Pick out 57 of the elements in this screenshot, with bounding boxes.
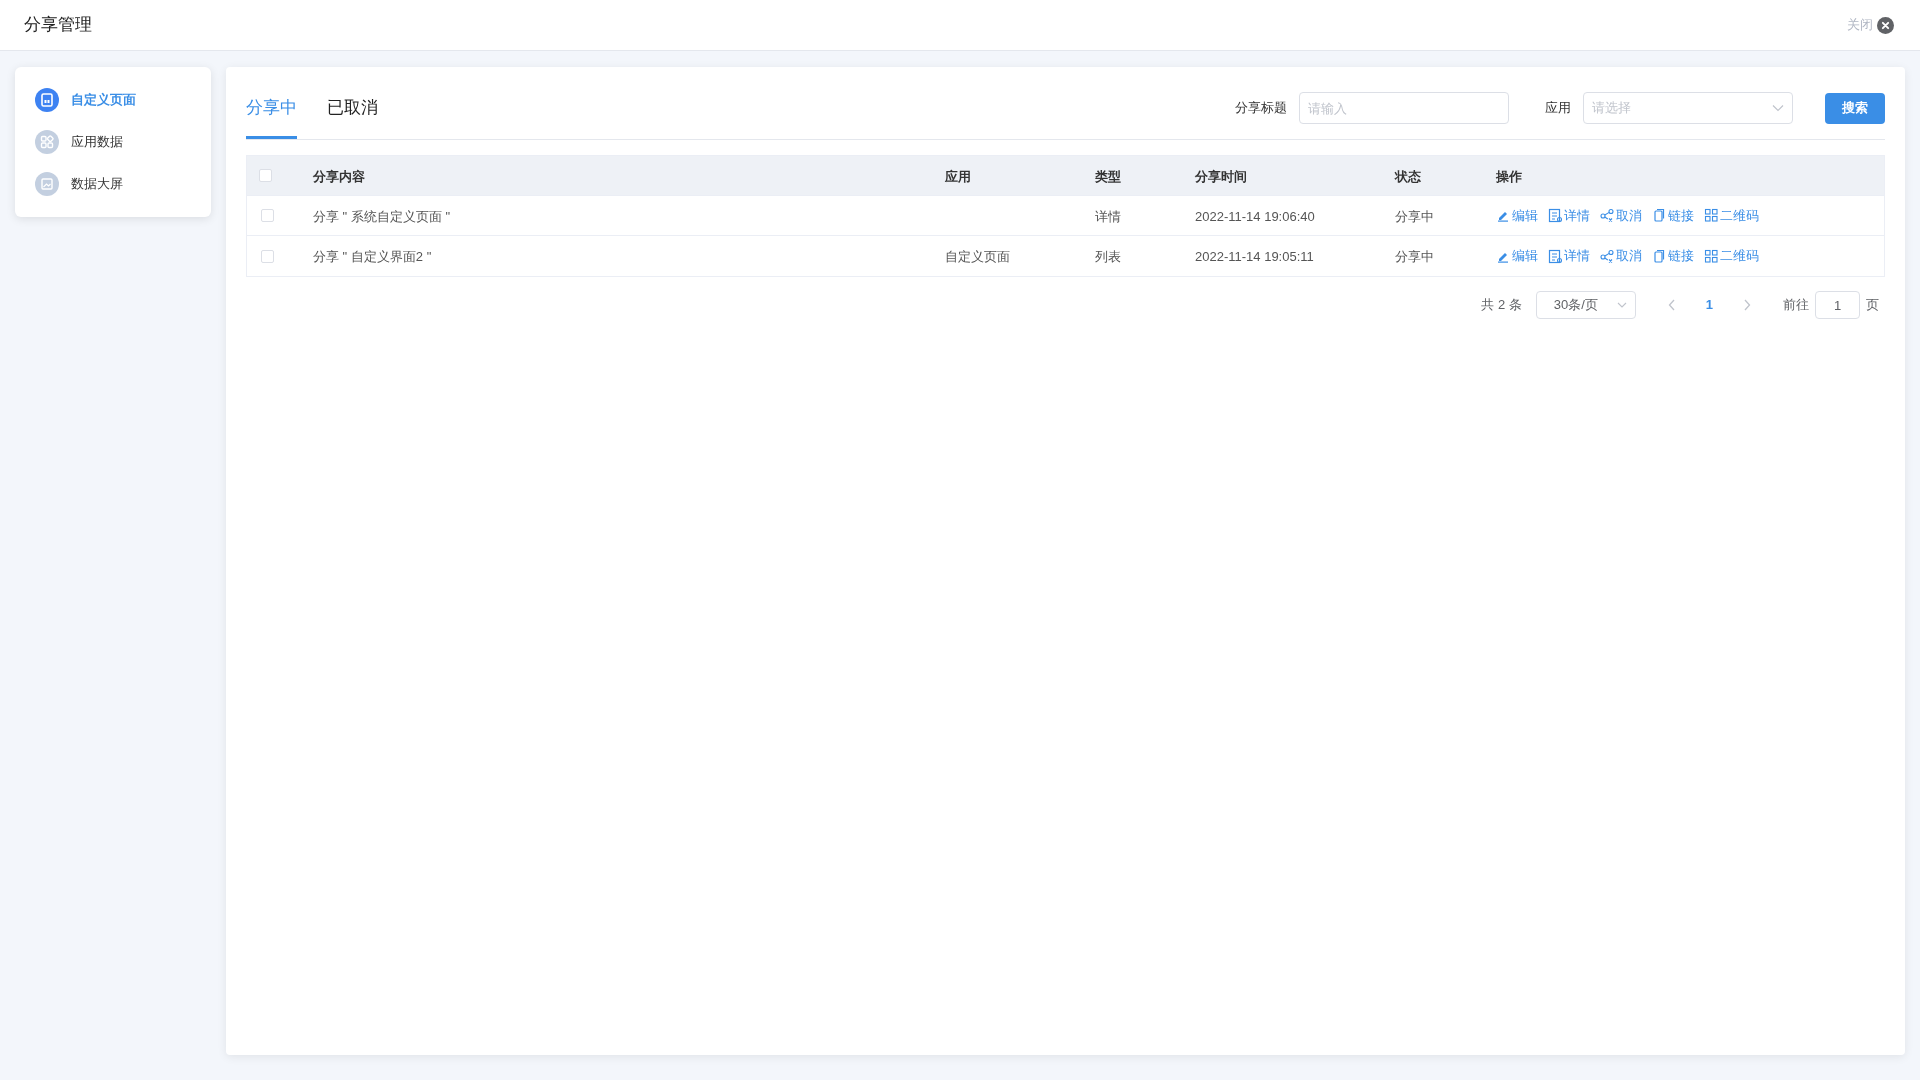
chevron-right-icon[interactable] bbox=[1743, 299, 1751, 311]
table-cell: 详情 bbox=[1095, 208, 1121, 224]
table-cell: 列表 bbox=[1095, 249, 1121, 264]
title-input-field[interactable]: 请输入 bbox=[1299, 92, 1509, 124]
table-cell: 自定义页面 bbox=[945, 249, 1010, 264]
table-cell: 分享中 bbox=[1395, 208, 1434, 224]
action-link[interactable]: 详情 bbox=[1548, 246, 1590, 266]
page-suffix: 页 bbox=[1866, 296, 1879, 315]
table-cell: 2022-11-14 19:06:40 bbox=[1195, 208, 1315, 224]
tab[interactable]: 分享中 bbox=[246, 79, 297, 139]
chevron-down-icon bbox=[1616, 301, 1627, 309]
filter-label: 分享标题 bbox=[1235, 99, 1287, 118]
checkbox[interactable] bbox=[261, 249, 274, 263]
grid-icon bbox=[35, 130, 59, 154]
checkbox[interactable] bbox=[259, 169, 272, 182]
page-number[interactable]: 1 bbox=[1697, 295, 1721, 315]
column-header: 应用 bbox=[945, 168, 971, 184]
sidebar-item[interactable]: 自定义页面 bbox=[15, 79, 211, 121]
action-link[interactable]: 二维码 bbox=[1704, 205, 1759, 226]
filter-label: 应用 bbox=[1545, 99, 1571, 118]
action-link[interactable]: 链接 bbox=[1652, 205, 1694, 226]
checkbox[interactable] bbox=[261, 209, 274, 222]
table-cell: 分享中 bbox=[1395, 249, 1434, 264]
action-link[interactable]: 取消 bbox=[1600, 205, 1642, 226]
chevron-left-icon[interactable] bbox=[1667, 299, 1676, 311]
close-icon[interactable] bbox=[1877, 16, 1894, 34]
close-link[interactable]: 关闭 bbox=[1847, 15, 1873, 35]
grid-icon bbox=[1704, 208, 1718, 223]
column-header: 分享时间 bbox=[1195, 168, 1247, 184]
action-link[interactable]: 链接 bbox=[1652, 246, 1694, 266]
column-header: 类型 bbox=[1095, 168, 1121, 184]
tab[interactable]: 已取消 bbox=[327, 79, 378, 139]
column-header: 分享内容 bbox=[313, 168, 365, 184]
search-button[interactable]: 搜索 bbox=[1825, 92, 1885, 124]
copy-icon bbox=[1652, 248, 1666, 264]
action-link[interactable]: 详情 bbox=[1548, 205, 1590, 226]
sidebar-item[interactable]: 数据大屏 bbox=[15, 163, 211, 205]
share-icon bbox=[1600, 208, 1614, 223]
goto-label: 前往 bbox=[1783, 296, 1809, 315]
page-title: 分享管理 bbox=[24, 14, 92, 37]
table-cell: 分享 " 自定义界面2 " bbox=[313, 249, 432, 264]
share-icon bbox=[1600, 248, 1614, 264]
page-size-select[interactable]: 30条/页 bbox=[1535, 291, 1636, 319]
action-link[interactable]: 编辑 bbox=[1496, 205, 1538, 226]
action-link[interactable]: 取消 bbox=[1600, 246, 1642, 266]
grid-icon bbox=[1704, 248, 1718, 264]
table-cell: 2022-11-14 19:05:11 bbox=[1195, 249, 1314, 264]
total-count: 共 2 条 bbox=[1481, 296, 1522, 315]
chevron-down-icon bbox=[1772, 104, 1784, 112]
action-link[interactable]: 二维码 bbox=[1704, 246, 1759, 266]
column-header: 状态 bbox=[1395, 168, 1421, 184]
column-header: 操作 bbox=[1496, 168, 1522, 184]
copy-icon bbox=[1652, 208, 1666, 223]
sidebar-item[interactable]: 应用数据 bbox=[15, 121, 211, 163]
action-link[interactable]: 编辑 bbox=[1496, 246, 1538, 266]
table-cell: 分享 " 系统自定义页面 " bbox=[313, 208, 451, 224]
page-input-field[interactable]: 1 bbox=[1815, 291, 1860, 319]
